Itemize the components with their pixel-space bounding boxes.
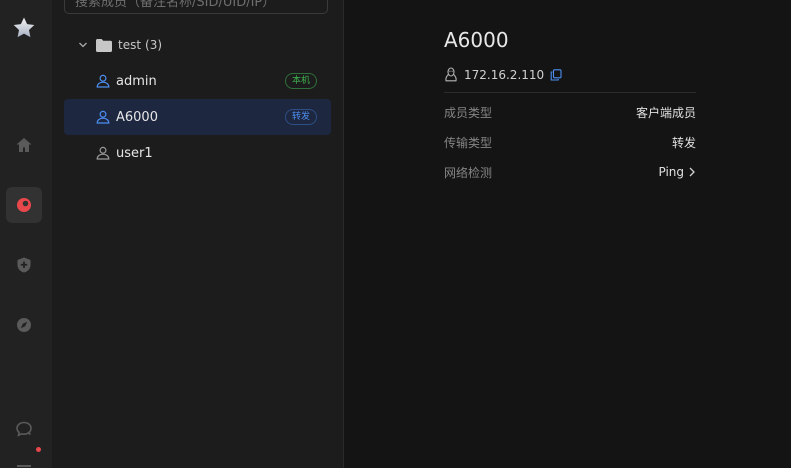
nav-chat[interactable] bbox=[6, 411, 42, 447]
nav-network[interactable] bbox=[6, 187, 42, 223]
app-window: test (3) admin 本机 A6000 转发 bbox=[0, 0, 791, 468]
compass-icon bbox=[17, 318, 31, 332]
member-name: admin bbox=[116, 73, 157, 89]
local-badge: 本机 bbox=[284, 73, 317, 89]
relay-badge: 转发 bbox=[284, 109, 317, 125]
chevron-right-icon bbox=[689, 167, 695, 177]
search-input[interactable] bbox=[73, 0, 307, 11]
user-icon bbox=[96, 74, 110, 88]
nav-discover[interactable] bbox=[6, 307, 42, 343]
prop-member-type: 成员类型 客户端成员 bbox=[444, 102, 696, 122]
member-name: A6000 bbox=[116, 109, 158, 125]
member-row-admin[interactable]: admin 本机 bbox=[64, 63, 331, 99]
prop-label: 成员类型 bbox=[444, 105, 493, 120]
network-icon bbox=[17, 198, 31, 212]
notification-dot bbox=[36, 447, 41, 452]
ip-address: 172.16.2.110 bbox=[464, 67, 545, 82]
search-box[interactable] bbox=[64, 0, 328, 14]
nav-menu[interactable] bbox=[6, 452, 42, 468]
prop-value: 转发 bbox=[671, 135, 696, 150]
chat-icon bbox=[16, 421, 32, 437]
copy-icon[interactable] bbox=[550, 68, 562, 81]
member-row-user1[interactable]: user1 bbox=[64, 135, 331, 171]
group-name: test bbox=[118, 38, 142, 52]
prop-value: 客户端成员 bbox=[635, 105, 696, 120]
app-logo[interactable] bbox=[6, 10, 42, 46]
nav-home[interactable] bbox=[6, 127, 42, 163]
star-logo-icon bbox=[13, 17, 35, 38]
chevron-down-icon[interactable] bbox=[78, 40, 88, 50]
nav-security[interactable] bbox=[6, 247, 42, 283]
menu-icon bbox=[17, 465, 31, 467]
ping-link[interactable]: Ping bbox=[658, 165, 696, 179]
prop-network-check: 网络检测 Ping bbox=[444, 162, 696, 182]
left-nav-rail bbox=[0, 0, 52, 468]
member-name: user1 bbox=[116, 145, 153, 161]
prop-label: 网络检测 bbox=[444, 165, 493, 180]
detail-title: A6000 bbox=[444, 28, 509, 52]
detail-divider bbox=[444, 92, 696, 93]
prop-label: 传输类型 bbox=[444, 135, 493, 150]
member-panel: test (3) admin 本机 A6000 转发 bbox=[52, 0, 344, 468]
user-icon bbox=[96, 146, 110, 160]
prop-transport-type: 传输类型 转发 bbox=[444, 132, 696, 152]
user-icon bbox=[96, 110, 110, 124]
folder-icon bbox=[96, 38, 112, 52]
ip-row: 172.16.2.110 bbox=[444, 67, 562, 82]
linux-icon bbox=[444, 67, 458, 82]
ping-label: Ping bbox=[658, 165, 684, 179]
member-row-a6000[interactable]: A6000 转发 bbox=[64, 99, 331, 135]
shield-plus-icon bbox=[17, 257, 31, 273]
group-row-test[interactable]: test (3) bbox=[64, 33, 331, 57]
group-count: (3) bbox=[145, 38, 163, 52]
home-icon bbox=[16, 138, 32, 152]
